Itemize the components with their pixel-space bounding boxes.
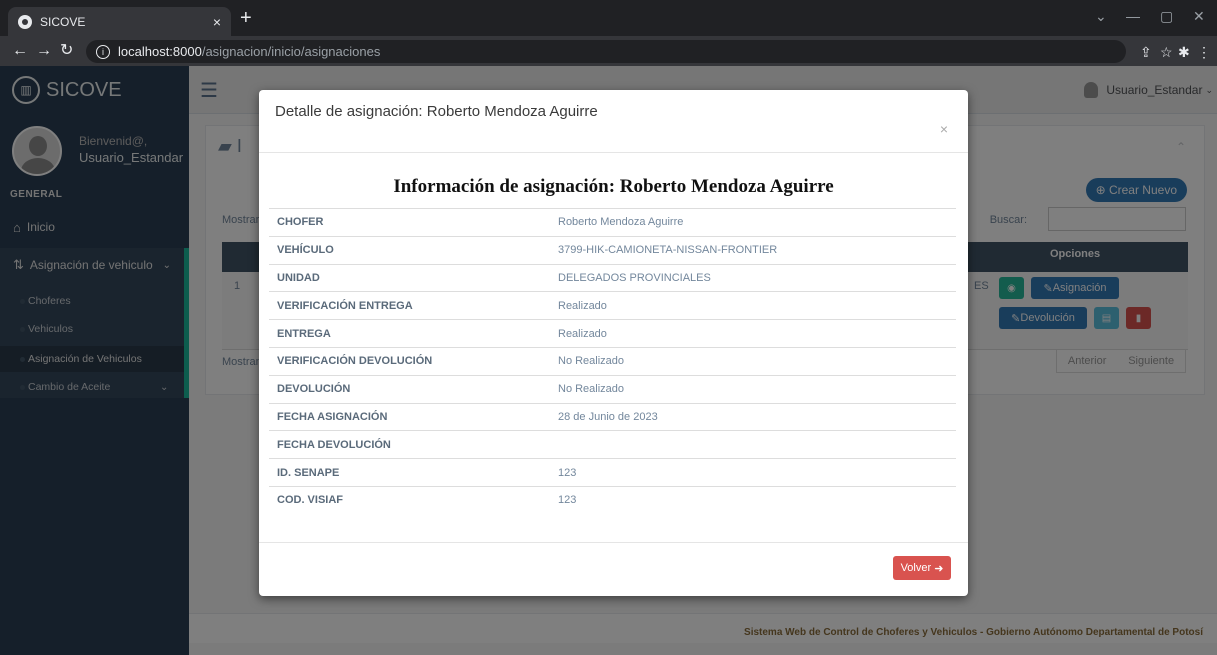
url-path: /asignacion/inicio/asignaciones — [201, 44, 381, 59]
table-row: UNIDAD DELEGADOS PROVINCIALES — [269, 263, 956, 292]
close-icon[interactable]: × — [940, 121, 948, 137]
table-row: FECHA ASIGNACIÓN 28 de Junio de 2023 — [269, 402, 956, 431]
row-key: UNIDAD — [277, 271, 320, 284]
row-value: Realizado — [558, 327, 607, 340]
row-key: DEVOLUCIÓN — [277, 383, 351, 396]
url-field[interactable]: i localhost:8000 /asignacion/inicio/asig… — [86, 40, 1126, 63]
row-key: VERIFICACIÓN ENTREGA — [277, 299, 413, 312]
arrow-right-icon: ➜ — [934, 562, 944, 575]
row-value: 123 — [558, 494, 577, 507]
bookmark-icon[interactable]: ☆ — [1160, 44, 1173, 61]
new-tab-icon[interactable]: + — [240, 8, 252, 28]
forward-icon[interactable]: → — [36, 43, 52, 59]
close-tab-icon[interactable]: × — [213, 14, 221, 30]
modal-title: Detalle de asignación: Roberto Mendoza A… — [275, 103, 598, 120]
row-value: DELEGADOS PROVINCIALES — [558, 271, 711, 284]
info-icon[interactable]: i — [96, 44, 110, 59]
minimize-icon[interactable]: — — [1126, 8, 1140, 24]
menu-icon[interactable]: ⋮ — [1197, 44, 1211, 61]
detail-table: CHOFER Roberto Mendoza Aguirre VEHÍCULO 37… — [269, 208, 956, 514]
table-row: VEHÍCULO 3799-HIK-CAMIONETA-NISSAN-FRONTI… — [269, 235, 956, 264]
browser-tab-bar: SICOVE × + ⌄ — ▢ ✕ — [0, 0, 1217, 36]
share-icon[interactable]: ⇪ — [1140, 44, 1152, 61]
close-window-icon[interactable]: ✕ — [1193, 8, 1205, 25]
tab-search-icon[interactable]: ⌄ — [1095, 8, 1107, 25]
volver-label: Volver — [900, 562, 932, 574]
table-row: ENTREGA Realizado — [269, 319, 956, 347]
table-row: DEVOLUCIÓN No Realizado — [269, 374, 956, 403]
row-key: FECHA DEVOLUCIÓN — [277, 438, 391, 451]
back-icon[interactable]: ← — [12, 43, 28, 59]
detail-modal: Detalle de asignación: Roberto Mendoza A… — [259, 90, 968, 596]
browser-tab[interactable]: SICOVE × — [8, 7, 231, 36]
maximize-icon[interactable]: ▢ — [1160, 8, 1173, 25]
row-key: COD. VISIAF — [277, 494, 344, 507]
table-row: ID. SENAPE 123 — [269, 458, 956, 486]
divider — [259, 542, 968, 543]
volver-button[interactable]: Volver ➜ — [893, 556, 951, 580]
table-row: COD. VISIAF 123 — [269, 485, 956, 514]
table-row: VERIFICACIÓN DEVOLUCIÓN No Realizado — [269, 346, 956, 375]
table-row: FECHA DEVOLUCIÓN — [269, 430, 956, 458]
table-row: VERIFICACIÓN ENTREGA Realizado — [269, 291, 956, 319]
row-value: No Realizado — [558, 355, 625, 368]
row-value: No Realizado — [558, 383, 625, 396]
url-host: localhost:8000 — [118, 44, 202, 59]
address-bar: ← → ↻ i localhost:8000 /asignacion/inici… — [0, 36, 1217, 66]
divider — [259, 152, 968, 153]
row-key: VERIFICACIÓN DEVOLUCIÓN — [277, 355, 433, 368]
tab-title: SICOVE — [40, 14, 86, 29]
row-value: Roberto Mendoza Aguirre — [558, 216, 684, 229]
row-key: ENTREGA — [277, 327, 331, 340]
row-value: 3799-HIK-CAMIONETA-NISSAN-FRONTIER — [558, 244, 778, 257]
favicon-icon — [18, 14, 32, 29]
row-value: 123 — [558, 466, 577, 479]
row-key: CHOFER — [277, 216, 324, 229]
row-key: ID. SENAPE — [277, 466, 340, 479]
reload-icon[interactable]: ↻ — [60, 43, 73, 59]
row-key: VEHÍCULO — [277, 244, 334, 257]
row-key: FECHA ASIGNACIÓN — [277, 410, 388, 423]
row-value: Realizado — [558, 299, 607, 312]
extensions-icon[interactable]: ✱ — [1178, 44, 1190, 61]
row-value: 28 de Junio de 2023 — [558, 410, 658, 423]
info-heading: Información de asignación: Roberto Mendo… — [393, 176, 834, 197]
table-row: CHOFER Roberto Mendoza Aguirre — [269, 208, 956, 236]
